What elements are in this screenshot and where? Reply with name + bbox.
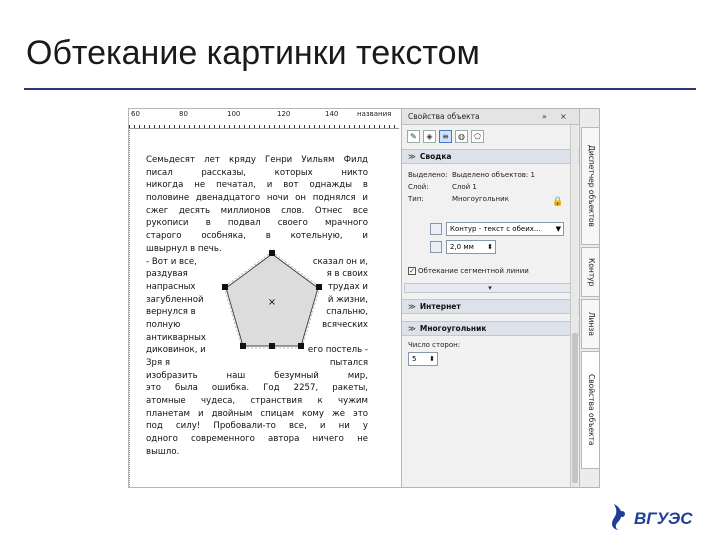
docker-tabs: Диспетчер объектов Контур Линза Свойства… [579, 109, 599, 487]
wrap-mode-icon [430, 223, 442, 235]
collapse-icon[interactable]: » [542, 109, 547, 125]
expand-more-button[interactable]: ▾ [404, 283, 576, 293]
section-summary[interactable]: ≫ Сводка [402, 149, 580, 164]
outline-pen-icon[interactable]: ✎ [407, 129, 420, 143]
selection-handle [316, 284, 322, 290]
summary-tab-icon[interactable]: ≡ [439, 129, 452, 143]
text-line: вышло. [146, 446, 180, 457]
text-line: писал рассказы, которых никто [146, 167, 368, 178]
text-line: изобразить наш безумный мир, [146, 370, 368, 381]
panel-header: Свойства объекта » × [402, 109, 580, 125]
text-line: под силу! Пробовали-то все, и ни у [146, 421, 368, 432]
tab-object-properties[interactable]: Свойства объекта [581, 351, 599, 469]
tab-object-manager[interactable]: Диспетчер объектов [581, 127, 599, 245]
ruler-corner-label: названия [357, 110, 392, 118]
selection-handle [269, 250, 275, 256]
section-internet[interactable]: ≫ Интернет [402, 299, 580, 314]
prop-selection: Выделено: Выделено объектов: 1 [408, 171, 535, 179]
text-line: одного современного автора ничего не [146, 434, 368, 445]
sides-count-field[interactable]: 5 ⬍ [408, 352, 438, 366]
university-logo: ВГУЭС [608, 502, 694, 532]
text-line: атомные чудеса, странствия к чужим [146, 396, 368, 407]
selection-handle [240, 343, 246, 349]
ruler-label: 60 [131, 110, 140, 118]
text-line: половине двенадцатого ночи он поднялся и [146, 193, 368, 204]
wrap-segment-checkbox-row[interactable]: ✓ Обтекание сегментной линии [408, 267, 529, 275]
logo-text: ВГУЭС [634, 509, 693, 528]
text-line: никогда не печатал, и вот однажды в [146, 180, 368, 191]
collapse-chevron-icon: ≫ [408, 152, 416, 161]
paragraph-text[interactable]: Семьдесят лет кряду Генри Уильям Филд пи… [146, 154, 368, 459]
panel-title: Свойства объекта [408, 112, 480, 121]
polygon-shape-icon[interactable]: ⬠ [471, 129, 484, 143]
wrap-offset-field[interactable]: 2,0 мм ⬍ [446, 240, 496, 254]
text-line: рукописи в подвал своего мрачного [146, 218, 368, 229]
document-page[interactable]: Семьдесят лет кряду Генри Уильям Филд пи… [129, 130, 399, 487]
horizontal-ruler[interactable]: 60 80 100 120 140 названия [129, 109, 399, 129]
text-line: планетам и двойным спицам кому же это [146, 408, 368, 419]
selection-handle [298, 343, 304, 349]
slide-title: Обтекание картинки текстом [26, 34, 480, 72]
internet-globe-icon[interactable]: ◍ [455, 129, 468, 143]
app-screenshot: 60 80 100 120 140 названия Семьдесят лет… [128, 108, 600, 488]
tab-contour[interactable]: Контур [581, 247, 599, 297]
chevron-down-icon: ▼ [555, 225, 561, 233]
ruler-label: 100 [227, 110, 241, 118]
collapse-chevron-icon: ≫ [408, 324, 416, 333]
checkbox[interactable]: ✓ [408, 267, 416, 275]
wrap-offset-icon [430, 241, 442, 253]
text-line: Зря я пытался [146, 358, 368, 368]
text-line: сжег десять миллионов слов. Отнес все [146, 205, 368, 216]
ruler-label: 140 [325, 110, 339, 118]
panel-scrollbar[interactable] [570, 125, 578, 487]
title-divider [24, 88, 696, 90]
svg-text:×: × [268, 297, 276, 308]
section-polygon[interactable]: ≫ Многоугольник [402, 321, 580, 336]
spinner-icon: ⬍ [487, 243, 493, 251]
object-properties-panel: Свойства объекта » × ✎ ◈ ≡ ◍ ⬠ ≫ Сводка В… [401, 109, 580, 487]
prop-layer: Слой: Слой 1 [408, 183, 477, 191]
text-line: это была ошибка. Год 2257, ракеты, [146, 383, 368, 394]
selection-handle [269, 343, 275, 349]
spinner-icon: ⬍ [429, 355, 435, 363]
expand-chevron-icon: ≫ [408, 302, 416, 311]
scrollbar-thumb[interactable] [572, 333, 578, 483]
wrap-mode-dropdown[interactable]: Контур - текст с обеих... ▼ [446, 222, 564, 236]
text-line: старого особняка, в котельную, и [146, 231, 368, 242]
panel-toolbar: ✎ ◈ ≡ ◍ ⬠ [402, 127, 580, 145]
close-icon[interactable]: × [560, 109, 567, 125]
fill-bucket-icon[interactable]: ◈ [423, 129, 436, 143]
selected-pentagon-shape[interactable]: × [222, 250, 322, 354]
prop-sides-label: Число сторон: [408, 341, 461, 349]
tab-lens[interactable]: Линза [581, 299, 599, 349]
selection-handle [222, 284, 228, 290]
prop-type: Тип: Многоугольник [408, 195, 509, 203]
text-line: Семьдесят лет кряду Генри Уильям Филд [146, 155, 368, 165]
lock-icon[interactable]: 🔒 [552, 197, 563, 207]
ruler-label: 80 [179, 110, 188, 118]
ruler-label: 120 [277, 110, 291, 118]
